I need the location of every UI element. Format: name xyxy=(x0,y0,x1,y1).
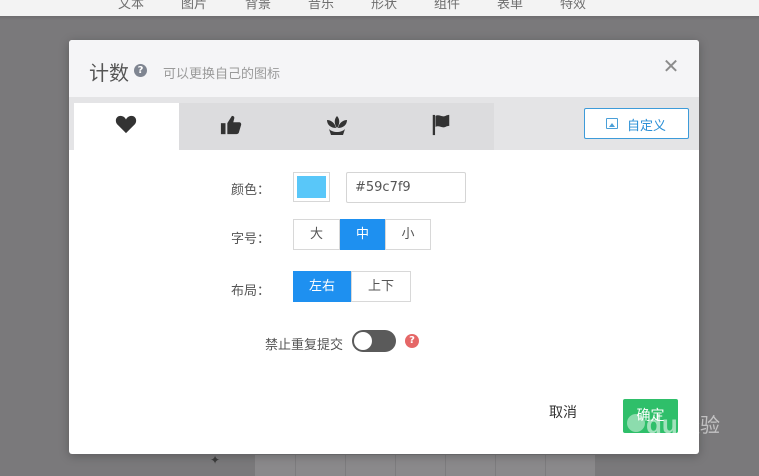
color-swatch-fill xyxy=(297,176,326,198)
sparkle-icon: ✦ xyxy=(210,453,221,467)
font-size-label: 字号： xyxy=(230,232,270,247)
nav-item-component[interactable]: 组件 xyxy=(434,0,460,12)
count-settings-modal: 计数 ? 可以更换自己的图标 ✕ 自定义 颜色： #59c7f9 字号： 大 中… xyxy=(69,40,699,454)
question-circle-icon[interactable]: ? xyxy=(134,64,147,77)
layout-label: 布局： xyxy=(230,284,270,299)
nav-item-form[interactable]: 表单 xyxy=(497,0,523,12)
layout-option-left-right[interactable]: 左右 xyxy=(293,271,351,302)
modal-header: 计数 ? 可以更换自己的图标 ✕ xyxy=(69,40,699,97)
top-nav: 文本 图片 背景 音乐 形状 组件 表单 特效 xyxy=(0,0,759,16)
tab-flag[interactable] xyxy=(389,103,494,150)
ok-button[interactable]: 确定 xyxy=(623,399,678,433)
color-hex-input[interactable]: #59c7f9 xyxy=(346,172,466,203)
question-circle-icon[interactable]: ? xyxy=(405,334,419,348)
thumbs-up-icon xyxy=(220,115,242,135)
nav-item-music[interactable]: 音乐 xyxy=(308,0,334,12)
flag-icon xyxy=(432,114,450,136)
nav-item-image[interactable]: 图片 xyxy=(181,0,207,12)
tab-lotus[interactable] xyxy=(284,103,389,150)
no-repeat-submit-toggle[interactable] xyxy=(352,330,396,352)
nav-item-effects[interactable]: 特效 xyxy=(560,0,586,12)
nav-item-text[interactable]: 文本 xyxy=(118,0,144,12)
heart-icon xyxy=(115,115,137,134)
tab-thumbs-up[interactable] xyxy=(179,103,284,150)
custom-icon-label: 自定义 xyxy=(627,119,667,134)
lotus-icon xyxy=(327,116,347,135)
image-icon xyxy=(606,118,618,129)
modal-title: 计数 xyxy=(89,61,129,85)
close-icon[interactable]: ✕ xyxy=(662,56,680,76)
nav-item-background[interactable]: 背景 xyxy=(245,0,271,12)
size-option-medium[interactable]: 中 xyxy=(340,219,385,250)
no-repeat-submit-label: 禁止重复提交 xyxy=(264,338,343,353)
custom-icon-button[interactable]: 自定义 xyxy=(584,108,689,139)
top-nav-shadow xyxy=(0,16,759,20)
modal-subtitle: 可以更换自己的图标 xyxy=(163,67,281,82)
icon-tabs: 自定义 xyxy=(69,97,699,150)
size-option-large[interactable]: 大 xyxy=(293,219,340,250)
color-swatch[interactable] xyxy=(293,172,330,202)
cancel-button[interactable]: 取消 xyxy=(538,402,588,424)
toggle-knob xyxy=(354,332,372,350)
size-option-small[interactable]: 小 xyxy=(385,219,431,250)
nav-item-shape[interactable]: 形状 xyxy=(371,0,397,12)
color-label: 颜色： xyxy=(230,183,270,198)
layout-option-top-bottom[interactable]: 上下 xyxy=(351,271,411,302)
tab-heart[interactable] xyxy=(74,103,179,150)
background-canvas xyxy=(255,455,595,476)
